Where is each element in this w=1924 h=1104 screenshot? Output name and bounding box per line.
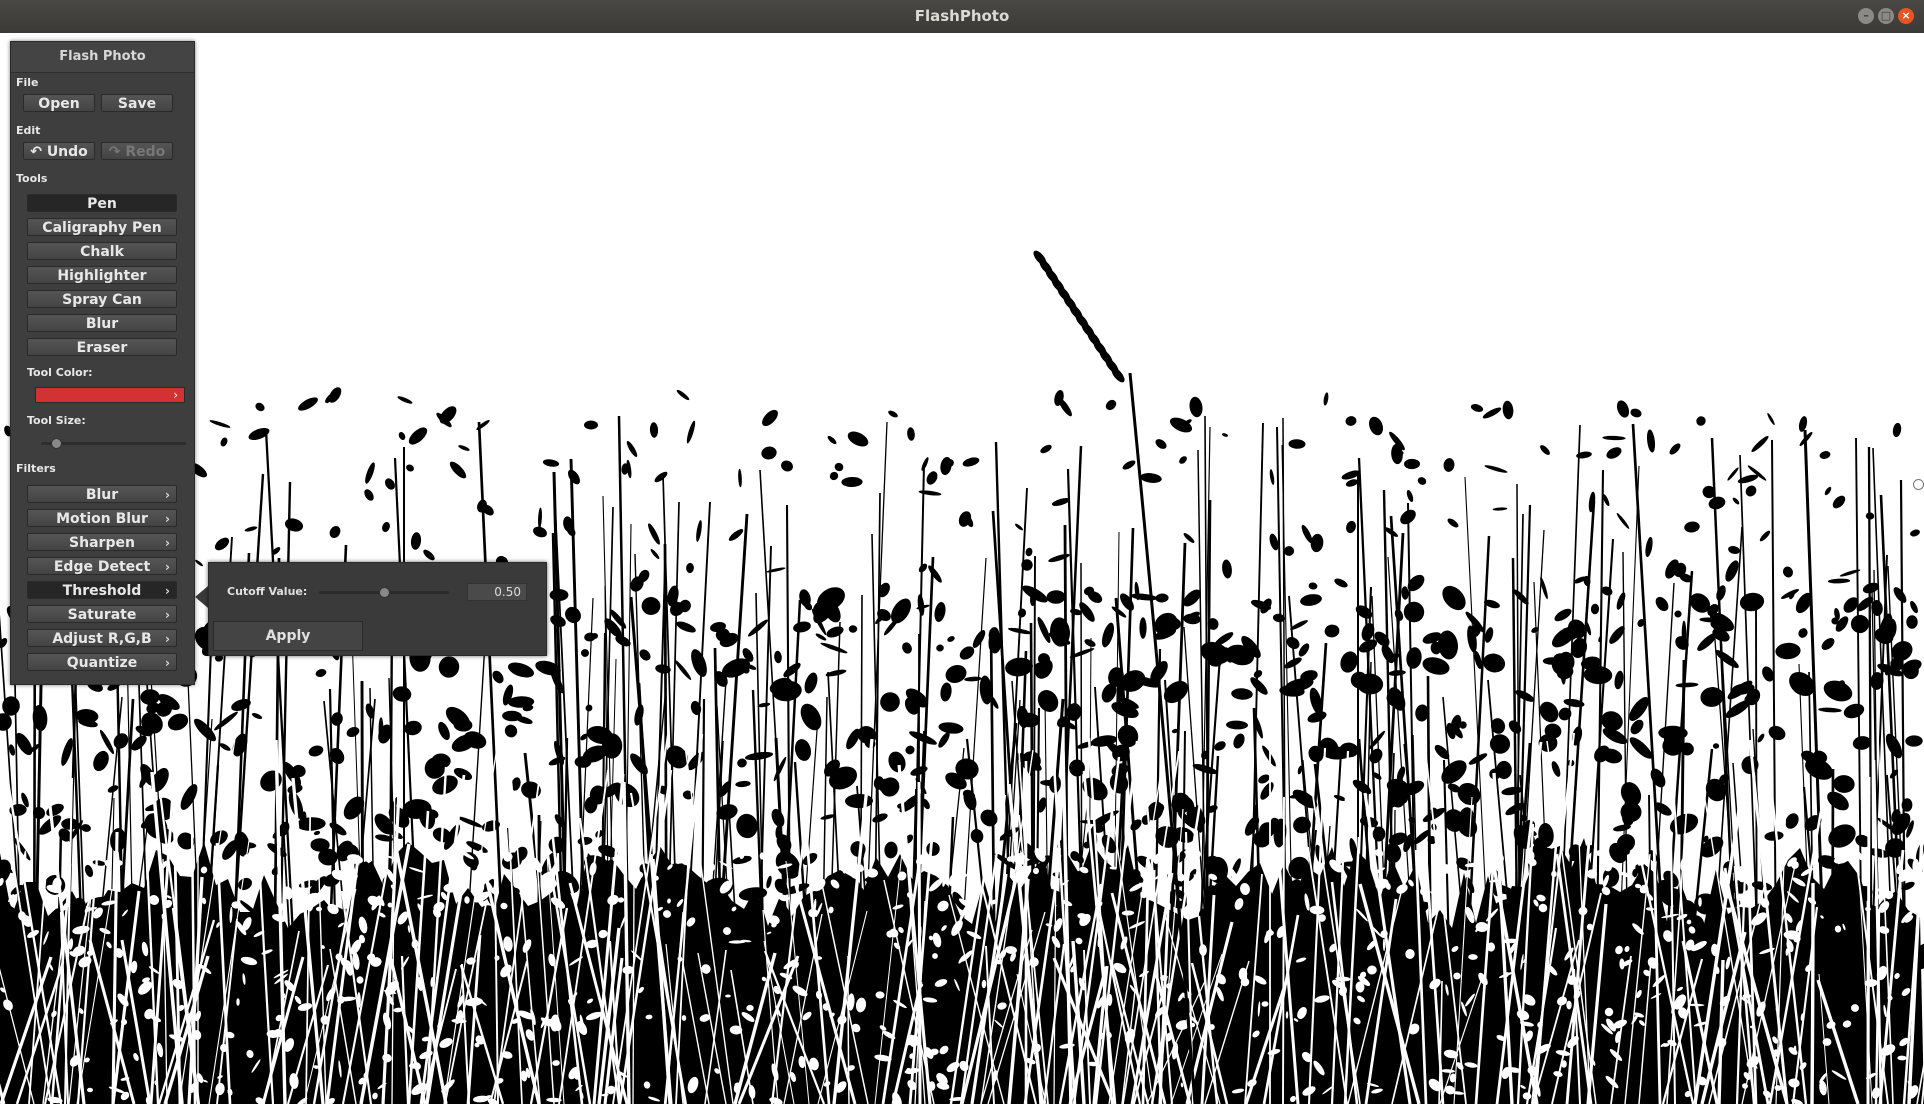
tool-size-label: Tool Size: xyxy=(27,414,86,427)
redo-icon: ↷ xyxy=(108,144,121,160)
minimize-icon[interactable]: – xyxy=(1858,8,1874,24)
filter-edge-detect-label: Edge Detect xyxy=(53,559,151,575)
window-titlebar: FlashPhoto – □ × xyxy=(0,0,1924,33)
undo-label: Undo xyxy=(46,144,88,160)
tool-panel: Flash Photo File Open Save Edit ↶ Undo ↷… xyxy=(10,41,195,685)
canvas-edge-handle[interactable] xyxy=(1913,479,1924,490)
chevron-right-icon: › xyxy=(173,388,178,402)
close-icon[interactable]: × xyxy=(1898,8,1914,24)
tool-caligraphy-pen[interactable]: Caligraphy Pen xyxy=(27,218,177,236)
panel-title: Flash Photo xyxy=(11,42,194,73)
filter-sharpen-label: Sharpen xyxy=(69,535,135,551)
cutoff-value-field[interactable]: 0.50 xyxy=(467,583,527,601)
filter-threshold[interactable]: Threshold › xyxy=(27,581,177,599)
chevron-right-icon: › xyxy=(165,536,170,550)
redo-button[interactable]: ↷ Redo xyxy=(101,142,173,160)
filter-saturate[interactable]: Saturate › xyxy=(27,605,177,623)
tool-highlighter[interactable]: Highlighter xyxy=(27,266,177,284)
maximize-icon[interactable]: □ xyxy=(1878,8,1894,24)
tool-spray-can[interactable]: Spray Can xyxy=(27,290,177,308)
tools-section-label: Tools xyxy=(16,172,48,185)
chevron-right-icon: › xyxy=(165,632,170,646)
tool-pen[interactable]: Pen xyxy=(27,194,177,212)
cutoff-slider-knob[interactable] xyxy=(379,587,390,598)
tool-color-swatch[interactable]: › xyxy=(35,387,185,403)
chevron-right-icon: › xyxy=(165,488,170,502)
filter-blur[interactable]: Blur › xyxy=(27,485,177,503)
edit-section-label: Edit xyxy=(16,124,41,137)
chevron-right-icon: › xyxy=(165,560,170,574)
filter-adjust-rgb[interactable]: Adjust R,G,B › xyxy=(27,629,177,647)
chevron-right-icon: › xyxy=(165,512,170,526)
tool-size-slider[interactable] xyxy=(41,442,186,445)
filter-threshold-label: Threshold xyxy=(62,583,142,599)
filter-saturate-label: Saturate xyxy=(67,607,137,623)
tool-size-slider-knob[interactable] xyxy=(50,438,62,449)
file-section-label: File xyxy=(16,76,39,89)
cutoff-value-label: Cutoff Value: xyxy=(227,585,308,598)
filter-sharpen[interactable]: Sharpen › xyxy=(27,533,177,551)
tool-chalk[interactable]: Chalk xyxy=(27,242,177,260)
apply-button[interactable]: Apply xyxy=(213,621,363,651)
filter-motion-blur[interactable]: Motion Blur › xyxy=(27,509,177,527)
filter-quantize-label: Quantize xyxy=(66,655,138,671)
chevron-right-icon: › xyxy=(165,656,170,670)
tool-color-label: Tool Color: xyxy=(27,366,93,379)
tool-blur[interactable]: Blur xyxy=(27,314,177,332)
undo-button[interactable]: ↶ Undo xyxy=(23,142,95,160)
filter-quantize[interactable]: Quantize › xyxy=(27,653,177,671)
popup-pointer xyxy=(195,586,208,608)
tool-eraser[interactable]: Eraser xyxy=(27,338,177,356)
filter-motion-blur-label: Motion Blur xyxy=(56,511,148,527)
redo-label: Redo xyxy=(125,144,166,160)
save-button[interactable]: Save xyxy=(101,94,173,112)
chevron-right-icon: › xyxy=(165,608,170,622)
window-title: FlashPhoto xyxy=(914,7,1010,25)
filter-adjust-rgb-label: Adjust R,G,B xyxy=(52,631,152,647)
undo-icon: ↶ xyxy=(30,144,42,160)
filters-section-label: Filters xyxy=(16,462,56,475)
threshold-popup: Cutoff Value: 0.50 Apply xyxy=(208,562,547,656)
chevron-right-icon: › xyxy=(165,584,170,598)
filter-blur-label: Blur xyxy=(85,487,119,503)
open-button[interactable]: Open xyxy=(23,94,95,112)
filter-edge-detect[interactable]: Edge Detect › xyxy=(27,557,177,575)
